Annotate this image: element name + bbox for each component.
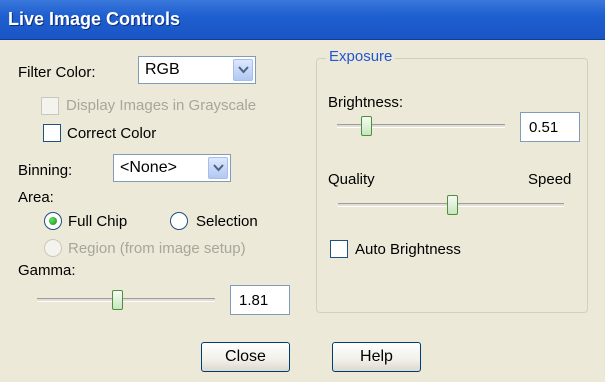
filter-color-label: Filter Color: bbox=[18, 64, 96, 81]
filter-color-dropdown-button[interactable] bbox=[233, 59, 253, 81]
close-button[interactable]: Close bbox=[201, 342, 290, 372]
area-full-chip-radio[interactable] bbox=[44, 212, 62, 230]
gamma-label: Gamma: bbox=[18, 262, 76, 279]
gamma-slider-track[interactable] bbox=[37, 298, 215, 302]
area-selection-label: Selection bbox=[196, 213, 258, 230]
area-region-label: Region (from image setup) bbox=[68, 240, 246, 257]
grayscale-checkbox[interactable] bbox=[41, 97, 59, 115]
radio-selected-dot bbox=[49, 217, 57, 225]
grayscale-label: Display Images in Grayscale bbox=[66, 97, 257, 114]
quality-speed-slider-thumb[interactable] bbox=[447, 195, 458, 215]
chevron-down-icon bbox=[238, 66, 249, 74]
title-bar: Live Image Controls bbox=[0, 0, 605, 40]
binning-select[interactable]: <None> bbox=[113, 154, 231, 182]
auto-brightness-checkbox[interactable] bbox=[330, 240, 348, 258]
auto-brightness-label: Auto Brightness bbox=[355, 241, 461, 258]
brightness-value-input[interactable]: 0.51 bbox=[520, 112, 580, 142]
binning-value: <None> bbox=[120, 159, 177, 176]
filter-color-value: RGB bbox=[145, 61, 180, 78]
window-title: Live Image Controls bbox=[8, 9, 181, 29]
binning-label: Binning: bbox=[18, 162, 73, 179]
brightness-value-text: 0.51 bbox=[529, 119, 559, 136]
brightness-label: Brightness: bbox=[328, 94, 404, 111]
quality-label: Quality bbox=[328, 171, 375, 188]
area-full-chip-label: Full Chip bbox=[68, 213, 128, 230]
speed-label: Speed bbox=[528, 171, 572, 188]
brightness-slider-thumb[interactable] bbox=[361, 116, 372, 136]
chevron-down-icon bbox=[213, 164, 224, 172]
area-selection-radio[interactable] bbox=[170, 212, 188, 230]
area-label: Area: bbox=[18, 189, 54, 206]
area-region-radio[interactable] bbox=[44, 239, 62, 257]
gamma-slider-thumb[interactable] bbox=[112, 290, 123, 310]
correct-color-checkbox[interactable] bbox=[43, 124, 61, 142]
filter-color-select[interactable]: RGB bbox=[138, 56, 256, 84]
gamma-value-text: 1.81 bbox=[239, 292, 269, 309]
exposure-group-label: Exposure bbox=[326, 48, 396, 65]
help-button[interactable]: Help bbox=[332, 342, 421, 372]
gamma-value-input[interactable]: 1.81 bbox=[230, 285, 290, 315]
binning-dropdown-button[interactable] bbox=[208, 157, 228, 179]
correct-color-label: Correct Color bbox=[67, 125, 157, 142]
